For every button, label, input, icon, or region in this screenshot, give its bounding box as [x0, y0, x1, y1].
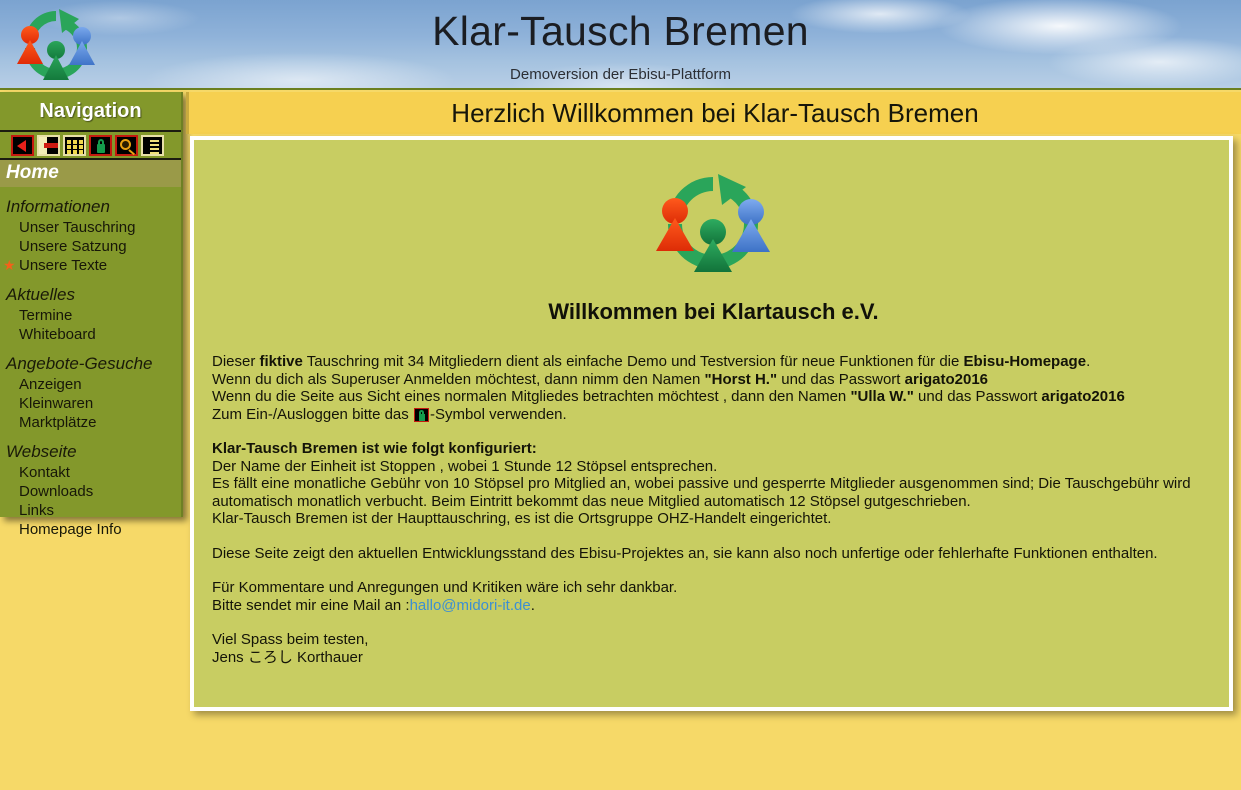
site-header: Klar-Tausch Bremen Demoversion der Ebisu…: [0, 0, 1241, 90]
text-run: Wenn du die Seite aus Sicht eines normal…: [212, 388, 851, 405]
sidebar-item-whiteboard[interactable]: Whiteboard: [0, 325, 181, 344]
list-icon[interactable]: [141, 134, 164, 156]
sidebar-item-label: Downloads: [19, 483, 94, 500]
lock-icon[interactable]: [89, 134, 112, 156]
intro-paragraph-4: Zum Ein-/Ausloggen bitte das -Symbol ver…: [212, 406, 1215, 424]
sidebar: Navigation Home Informationen Unser Taus…: [0, 92, 183, 538]
text-emphasis: arigato2016: [1041, 388, 1125, 405]
text-run: .: [530, 596, 535, 614]
sidebar-group-title: Angebote-Gesuche: [6, 354, 153, 373]
page-title-bar: Herzlich Willkommen bei Klar-Tausch Brem…: [186, 92, 1241, 134]
config-line-1: Der Name der Einheit ist Stoppen , wobei…: [212, 457, 718, 475]
site-title: Klar-Tausch Bremen: [432, 8, 809, 54]
text-emphasis: fiktive: [259, 353, 303, 370]
sidebar-item-label: Anzeigen: [19, 376, 82, 393]
sidebar-group-title: Aktuelles: [6, 285, 75, 304]
sidebar-item-kontakt[interactable]: Kontakt: [0, 463, 181, 482]
sidebar-group-angebote-gesuche: Angebote-Gesuche Anzeigen Kleinwaren Mar…: [0, 344, 181, 432]
sidebar-group-title: Informationen: [6, 197, 110, 216]
intro-paragraph-1: Dieser fiktive Tauschring mit 34 Mitglie…: [212, 353, 1215, 371]
content-panel: Willkommen bei Klartausch e.V. Dieser fi…: [190, 136, 1233, 711]
grid-icon[interactable]: [63, 134, 86, 156]
development-note: Diese Seite zeigt den aktuellen Entwickl…: [212, 544, 1158, 562]
sidebar-item-unsere-satzung[interactable]: Unsere Satzung: [0, 237, 181, 256]
text-run: Dieser: [212, 353, 260, 370]
header-divider: [0, 88, 1241, 90]
config-line-3: Klar-Tausch Bremen ist der Haupttauschri…: [212, 510, 832, 527]
sidebar-item-downloads[interactable]: Downloads: [0, 482, 181, 501]
text-run: Tauschring mit 34 Mitgliedern dient als …: [302, 353, 964, 370]
page-title: Herzlich Willkommen bei Klar-Tausch Brem…: [451, 97, 979, 128]
sidebar-item-label: Whiteboard: [19, 326, 96, 343]
site-subtitle: Demoversion der Ebisu-Plattform: [510, 66, 731, 83]
sidebar-item-label: Marktplätze: [19, 414, 97, 431]
intro-paragraph-2: Wenn du dich als Superuser Anmelden möch…: [212, 371, 1215, 389]
email-link[interactable]: hallo@midori-it.de: [410, 597, 531, 614]
search-icon[interactable]: [115, 134, 138, 156]
sidebar-item-label: Unser Tauschring: [19, 219, 136, 236]
sidebar-group-title: Webseite: [6, 442, 77, 461]
sidebar-group-aktuelles: Aktuelles Termine Whiteboard: [0, 275, 181, 344]
text-run: Bitte sendet mir eine Mail an :: [212, 596, 410, 614]
sidebar-item-label: Homepage Info: [19, 521, 122, 538]
sidebar-item-unser-tauschring[interactable]: Unser Tauschring: [0, 218, 181, 237]
config-line-2: Es fällt eine monatliche Gebühr von 10 S…: [212, 475, 1191, 510]
text-run: Wenn du dich als Superuser Anmelden möch…: [212, 370, 705, 388]
sidebar-item-label: Kontakt: [19, 464, 70, 481]
body-text: Dieser fiktive Tauschring mit 34 Mitglie…: [212, 353, 1215, 666]
text-emphasis: Ebisu-Homepage: [963, 353, 1087, 370]
text-emphasis: "Ulla W.": [850, 388, 914, 405]
sidebar-item-marktplaetze[interactable]: Marktplätze: [0, 413, 181, 432]
navigation-title: Navigation: [0, 92, 181, 132]
signoff-line-1: Viel Spass beim testen,: [212, 631, 369, 648]
welcome-heading: Willkommen bei Klartausch e.V.: [548, 299, 879, 324]
text-emphasis: arigato2016: [904, 370, 989, 388]
sidebar-item-label: Kleinwaren: [19, 395, 94, 412]
sidebar-item-kleinwaren[interactable]: Kleinwaren: [0, 394, 181, 413]
lock-icon[interactable]: [413, 407, 429, 422]
config-heading: Klar-Tausch Bremen ist wie folgt konfigu…: [212, 440, 1215, 458]
sidebar-item-label: Links: [19, 502, 55, 519]
sidebar-item-homepage-info[interactable]: Homepage Info: [0, 520, 181, 539]
text-run: und das Passwort: [777, 370, 905, 388]
minus-icon[interactable]: [37, 134, 60, 156]
signoff-line-2: Jens ころし Korthauer: [212, 648, 363, 666]
sidebar-item-label: Unsere Satzung: [19, 238, 127, 255]
text-run: und das Passwort: [913, 388, 1042, 405]
feedback-line-1: Für Kommentare und Anregungen und Kritik…: [212, 579, 678, 596]
feedback-line-2: Bitte sendet mir eine Mail an :hallo@mid…: [212, 597, 1215, 615]
back-icon[interactable]: [11, 134, 34, 156]
star-icon: ★: [3, 257, 16, 273]
sidebar-item-links[interactable]: Links: [0, 501, 181, 520]
text-emphasis: Klar-Tausch Bremen ist wie folgt konfigu…: [212, 440, 537, 457]
sidebar-item-anzeigen[interactable]: Anzeigen: [0, 375, 181, 394]
text-run: Zum Ein-/Ausloggen bitte das: [212, 405, 413, 423]
sidebar-group-informationen: Informationen Unser Tauschring Unsere Sa…: [0, 187, 181, 275]
page-root: Klar-Tausch Bremen Demoversion der Ebisu…: [0, 0, 1241, 790]
sidebar-item-termine[interactable]: Termine: [0, 306, 181, 325]
sidebar-item-label: Termine: [19, 307, 73, 324]
sidebar-toolbar: [0, 132, 181, 160]
text-run: .: [1086, 353, 1091, 370]
sidebar-group-webseite: Webseite Kontakt Downloads Links Homepag…: [0, 432, 181, 539]
sidebar-item-label: Unsere Texte: [19, 257, 108, 274]
sidebar-item-home[interactable]: Home: [0, 160, 181, 187]
text-run: -Symbol verwenden.: [429, 405, 567, 423]
sidebar-item-unsere-texte[interactable]: ★ Unsere Texte: [0, 256, 181, 275]
text-emphasis: "Horst H.": [704, 370, 778, 388]
intro-paragraph-3: Wenn du die Seite aus Sicht eines normal…: [212, 388, 1215, 406]
klartausch-recycle-logo-large: [656, 174, 770, 272]
